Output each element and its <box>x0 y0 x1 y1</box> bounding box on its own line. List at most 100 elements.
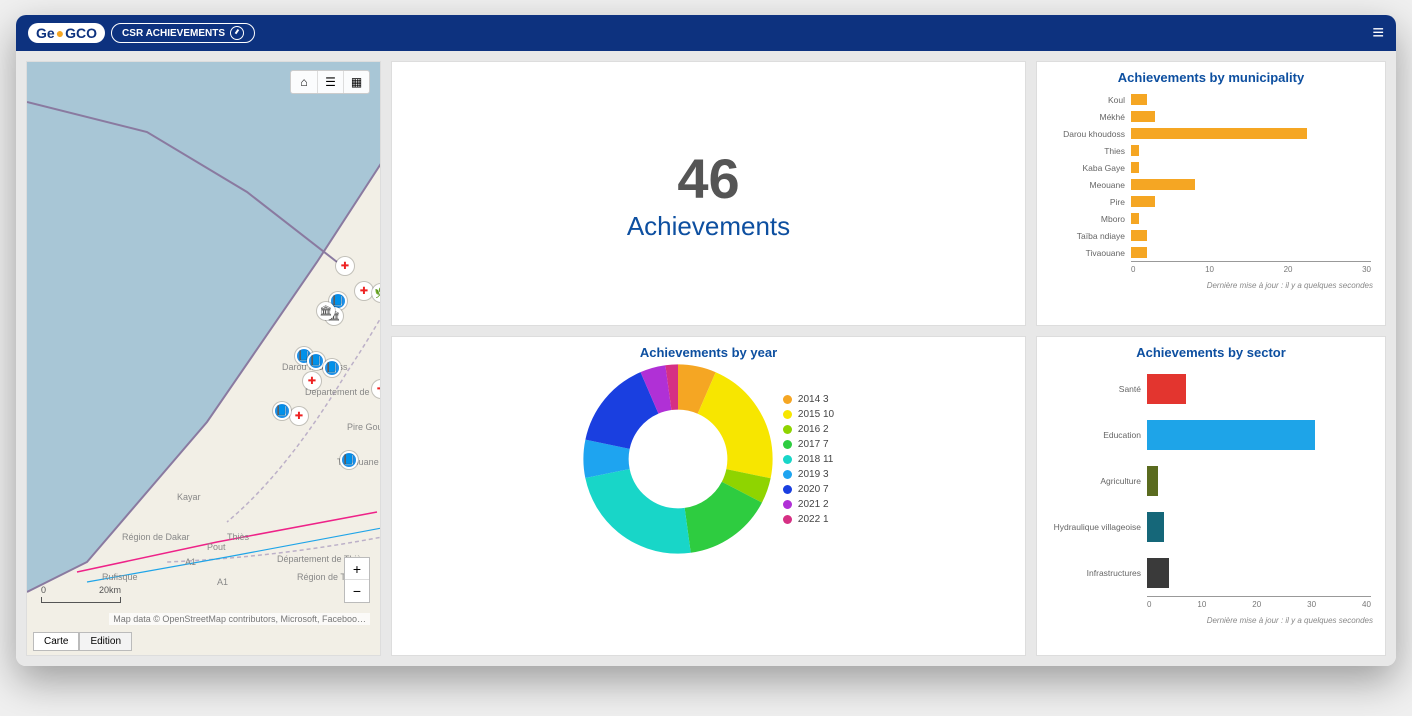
map-home-button[interactable]: ⌂ <box>291 71 317 93</box>
legend-row[interactable]: 2020 7 <box>783 484 834 495</box>
scale-min: 0 <box>41 585 46 595</box>
map-panel[interactable]: GuéoulKébemerNdandePékesseDépartement de… <box>26 61 381 656</box>
legend-label: 2018 11 <box>798 454 833 465</box>
axis-tick: 0 <box>1147 600 1151 614</box>
axis-tick: 30 <box>1307 600 1316 614</box>
bar-row: Meouane <box>1051 176 1371 193</box>
bar-label: Kaba Gaye <box>1051 163 1131 173</box>
map-place-label: Kayar <box>177 492 201 502</box>
dashboard-grid: 46 Achievements GuéoulKébemerNdandePékes… <box>16 51 1396 666</box>
map-svg <box>27 62 380 655</box>
year-chart-panel: Achievements by year 2014 3 2015 10 2016 2… <box>391 336 1026 656</box>
bar-row: Kaba Gaye <box>1051 159 1371 176</box>
bar-fill[interactable] <box>1131 230 1147 241</box>
year-chart-title: Achievements by year <box>392 337 1025 364</box>
bar-fill[interactable] <box>1147 466 1158 496</box>
legend-row[interactable]: 2016 2 <box>783 424 834 435</box>
zoom-out-button[interactable]: − <box>345 580 369 602</box>
kpi-value: 46 <box>677 146 739 211</box>
bar-fill[interactable] <box>1131 111 1155 122</box>
legend-label: 2017 7 <box>798 439 829 450</box>
bar-fill[interactable] <box>1131 162 1139 173</box>
bar-fill[interactable] <box>1131 179 1195 190</box>
tab-edition[interactable]: Edition <box>79 632 132 651</box>
legend-row[interactable]: 2019 3 <box>783 469 834 480</box>
donut-chart <box>583 364 773 554</box>
bar-label: Darou khoudoss <box>1051 129 1131 139</box>
map-marker-edu[interactable]: 📘 <box>340 451 358 469</box>
logo-ge: Ge <box>36 25 55 41</box>
bar-fill[interactable] <box>1131 213 1139 224</box>
menu-icon[interactable]: ≡ <box>1372 22 1384 45</box>
bar-row: Mékhé <box>1051 108 1371 125</box>
map-marker-edu[interactable]: 📘 <box>273 402 291 420</box>
bar-row: Tivaouane <box>1051 244 1371 261</box>
bar-fill[interactable] <box>1131 94 1147 105</box>
logo: Ge ● GCO <box>28 23 105 43</box>
legend-row[interactable]: 2015 10 <box>783 409 834 420</box>
app-frame: Ge ● GCO CSR ACHIEVEMENTS ≡ 46 Achieveme… <box>16 15 1396 666</box>
legend-row[interactable]: 2018 11 <box>783 454 834 465</box>
zoom-controls: + − <box>344 557 370 603</box>
bar-fill[interactable] <box>1147 374 1186 404</box>
bar-row: Infrastructures <box>1051 550 1371 596</box>
bar-fill[interactable] <box>1131 145 1139 156</box>
map-place-label: Rufisque <box>102 572 138 582</box>
map-marker-health[interactable]: ✚ <box>290 407 308 425</box>
bar-label: Meouane <box>1051 180 1131 190</box>
map-surface[interactable]: GuéoulKébemerNdandePékesseDépartement de… <box>27 62 380 655</box>
map-place-label: A1 <box>185 557 196 567</box>
legend-row[interactable]: 2022 1 <box>783 514 834 525</box>
axis-tick: 10 <box>1205 265 1214 279</box>
map-marker-edu[interactable]: 📘 <box>323 359 341 377</box>
legend-label: 2021 2 <box>798 499 829 510</box>
zoom-in-button[interactable]: + <box>345 558 369 580</box>
map-marker-health[interactable]: ✚ <box>336 257 354 275</box>
legend-swatch <box>783 485 792 494</box>
legend-swatch <box>783 425 792 434</box>
map-marker-health[interactable]: ✚ <box>303 372 321 390</box>
legend-row[interactable]: 2014 3 <box>783 394 834 405</box>
bar-label: Koul <box>1051 95 1131 105</box>
legend-label: 2019 3 <box>798 469 829 480</box>
legend-label: 2014 3 <box>798 394 829 405</box>
map-place-label: Pire Goureye <box>347 422 381 432</box>
globe-icon: ● <box>56 25 64 41</box>
sector-chart-title: Achievements by sector <box>1037 337 1385 364</box>
logo-block: Ge ● GCO CSR ACHIEVEMENTS <box>28 23 255 43</box>
sector-footer: Dernière mise à jour : il y a quelques s… <box>1037 614 1385 629</box>
axis-tick: 20 <box>1284 265 1293 279</box>
axis-tick: 10 <box>1197 600 1206 614</box>
legend-swatch <box>783 395 792 404</box>
header-subtitle: CSR ACHIEVEMENTS <box>122 28 225 39</box>
bar-label: Agriculture <box>1051 476 1147 486</box>
legend-label: 2016 2 <box>798 424 829 435</box>
map-grid-button[interactable]: ▦ <box>343 71 369 93</box>
axis-tick: 40 <box>1362 600 1371 614</box>
legend-row[interactable]: 2017 7 <box>783 439 834 450</box>
municipality-chart-title: Achievements by municipality <box>1037 62 1385 89</box>
bar-fill[interactable] <box>1147 420 1315 450</box>
map-list-button[interactable]: ☰ <box>317 71 343 93</box>
tab-carte[interactable]: Carte <box>33 632 79 651</box>
bar-row: Santé <box>1051 366 1371 412</box>
municipality-chart: KoulMékhéDarou khoudossThiesKaba GayeMeo… <box>1037 89 1385 279</box>
bar-fill[interactable] <box>1147 558 1169 588</box>
top-bar: Ge ● GCO CSR ACHIEVEMENTS ≡ <box>16 15 1396 51</box>
bar-fill[interactable] <box>1131 196 1155 207</box>
bar-label: Infrastructures <box>1051 568 1147 578</box>
bar-label: Pire <box>1051 197 1131 207</box>
bar-fill[interactable] <box>1131 247 1147 258</box>
bar-fill[interactable] <box>1131 128 1307 139</box>
legend-row[interactable]: 2021 2 <box>783 499 834 510</box>
legend-label: 2015 10 <box>798 409 834 420</box>
legend-label: 2020 7 <box>798 484 829 495</box>
map-marker-infra[interactable]: 🏛 <box>317 302 335 320</box>
bar-fill[interactable] <box>1147 512 1164 542</box>
bar-label: Santé <box>1051 384 1147 394</box>
axis-tick: 0 <box>1131 265 1135 279</box>
map-toolbar: ⌂ ☰ ▦ <box>290 70 370 94</box>
bar-row: Taïba ndiaye <box>1051 227 1371 244</box>
map-marker-health[interactable]: ✚ <box>355 282 373 300</box>
map-place-label: Thiès <box>227 532 249 542</box>
